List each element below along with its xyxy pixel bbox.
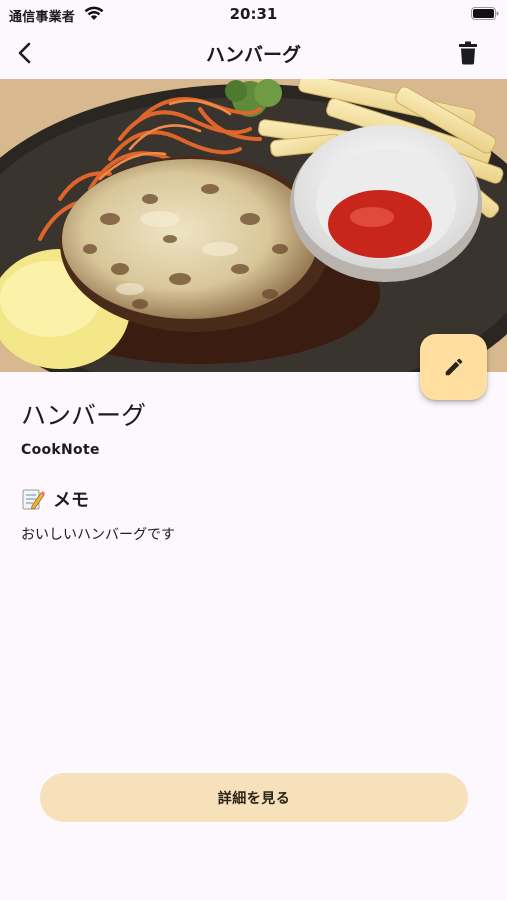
recipe-source: CookNote [21,442,100,458]
memo-text: おいしいハンバーグです [21,527,175,543]
memo-icon [22,489,45,510]
recipe-title: ハンバーグ [21,401,147,430]
page-title: ハンバーグ [205,44,301,66]
battery-icon [471,7,499,20]
memo-heading: メモ [21,486,89,512]
dish-photo [0,79,507,372]
status-bar: 通信事業者 20:31 [0,0,507,28]
delete-button[interactable] [454,38,482,68]
app-bar: ハンバーグ [0,28,507,78]
pencil-icon [445,358,462,376]
edit-button[interactable] [420,334,487,400]
clock: 20:31 [229,5,278,23]
memo-label: メモ [53,490,89,511]
view-details-button[interactable]: 詳細を見る [40,773,468,822]
trash-icon [459,41,477,65]
